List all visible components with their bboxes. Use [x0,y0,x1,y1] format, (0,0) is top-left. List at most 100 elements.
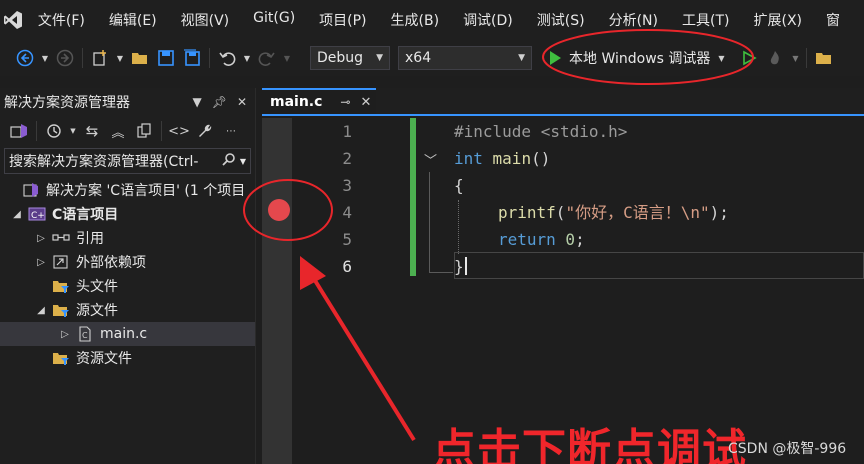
solution-tree: 解决方案 'C语言项目' (1 个项目 ◢ C+ C语言项目 ▷ 引用 ▷ 外部… [0,178,255,370]
chevron-down-icon: ▼ [518,53,525,63]
menu-debug[interactable]: 调试(D) [463,10,513,30]
sync-icon[interactable]: ⇆ [81,120,103,142]
expanded-arrow-icon[interactable]: ◢ [10,209,24,220]
menu-file[interactable]: 文件(F) [38,10,85,30]
menu-edit[interactable]: 编辑(E) [109,10,157,30]
open-folder-icon[interactable] [129,47,151,69]
save-icon[interactable] [155,47,177,69]
menu-git[interactable]: Git(G) [253,10,295,30]
code-token: 0 [555,230,576,249]
menu-extensions[interactable]: 扩展(X) [753,10,802,30]
collapsed-arrow-icon[interactable]: ▷ [58,329,72,340]
fold-chevron-icon[interactable]: ﹀ [424,150,437,169]
code-line: return 0; [454,226,729,253]
menu-view[interactable]: 视图(V) [181,10,230,30]
collapsed-arrow-icon[interactable]: ▷ [34,233,48,244]
pin-icon[interactable]: 📌︎ [212,95,227,109]
tree-item-label: main.c [100,326,148,342]
undo-icon[interactable] [216,47,238,69]
line-number: 5 [342,230,352,249]
play-icon [550,51,561,65]
code-token: { [454,176,464,195]
code-token: "你好，C语言！\n" [565,203,710,222]
collapse-all-icon[interactable]: ︽ [107,120,129,142]
code-token: () [531,149,551,168]
menu-analyze[interactable]: 分析(N) [609,10,658,30]
close-icon[interactable]: ✕ [237,95,247,109]
code-token: return [498,230,556,249]
menu-window[interactable]: 窗 [826,10,840,30]
breakpoint-icon[interactable] [268,199,290,221]
dropdown-arrow-icon[interactable]: ▼ [282,47,292,69]
menu-bar: 文件(F) 编辑(E) 视图(V) Git(G) 项目(P) 生成(B) 调试(… [0,0,864,40]
menu-tools[interactable]: 工具(T) [682,10,729,30]
save-all-icon[interactable] [181,47,203,69]
hot-reload-icon[interactable] [764,47,786,69]
tree-item-label: 解决方案 'C语言项目' (1 个项目 [46,183,246,199]
folder-icon[interactable] [813,47,835,69]
chevron-down-icon[interactable]: ▼ [240,157,246,166]
menu-test[interactable]: 测试(S) [537,10,585,30]
change-indicator-bar [410,118,416,276]
more-options-icon[interactable]: ⋯ [220,120,242,142]
dropdown-arrow-icon[interactable]: ▼ [716,47,726,69]
dropdown-arrow-icon[interactable]: ▼ [40,47,50,69]
close-icon[interactable]: ✕ [360,95,371,110]
chevron-down-icon: ▼ [376,53,383,63]
dropdown-arrow-icon[interactable]: ▼ [69,120,77,142]
line-numbers: 1 2 3 4 5 6 [302,118,352,280]
tab-main-c[interactable]: main.c ⊸ ✕ [262,88,376,114]
show-all-files-icon[interactable] [133,120,155,142]
menu-project[interactable]: 项目(P) [319,10,366,30]
history-icon[interactable] [43,120,65,142]
visual-studio-logo-icon[interactable] [0,0,26,40]
tree-item-label: 源文件 [76,303,118,319]
breakpoint-margin[interactable] [262,118,292,464]
tab-label: main.c [270,94,323,110]
tree-item-references[interactable]: ▷ 引用 [0,226,255,250]
chevron-down-icon[interactable]: ▼ [192,95,201,109]
tree-item-project[interactable]: ◢ C+ C语言项目 [0,202,255,226]
solution-search-input[interactable]: 搜索解决方案资源管理器(Ctrl- ▼ [4,148,251,174]
code-token: printf [498,203,556,222]
expanded-arrow-icon[interactable]: ◢ [34,305,48,316]
tree-item-external-dependencies[interactable]: ▷ 外部依赖项 [0,250,255,274]
tree-item-main-c[interactable]: ▷ C main.c [0,322,255,346]
references-icon [52,230,70,246]
c-file-icon: C [76,326,94,342]
start-debugging-button[interactable]: 本地 Windows 调试器 [546,45,714,71]
dropdown-arrow-icon[interactable]: ▼ [790,47,800,69]
back-icon[interactable] [14,47,36,69]
switch-views-icon[interactable] [8,120,30,142]
search-icon[interactable] [222,152,236,170]
platform-select[interactable]: x64 ▼ [398,46,532,70]
svg-text:C+: C+ [31,211,45,221]
configuration-select[interactable]: Debug ▼ [310,46,390,70]
code-token: ; [575,230,585,249]
collapsed-arrow-icon[interactable]: ▷ [34,257,48,268]
code-line: int main() [454,145,729,172]
tree-item-source-files[interactable]: ◢ 源文件 [0,298,255,322]
code-editor[interactable]: 1 2 3 4 5 6 ﹀ #include <stdio.h> int mai… [262,118,864,464]
properties-wrench-icon[interactable] [194,120,216,142]
fold-guide [429,272,453,273]
redo-icon[interactable] [256,47,278,69]
tree-item-header-files[interactable]: 头文件 [0,274,255,298]
pin-icon[interactable]: ⊸ [340,95,350,109]
tree-item-resource-files[interactable]: 资源文件 [0,346,255,370]
dropdown-arrow-icon[interactable]: ▼ [242,47,252,69]
code-line: } [454,253,729,280]
code-token: #include <stdio.h> [454,122,628,141]
line-number: 2 [342,149,352,168]
code-line: #include <stdio.h> [454,118,729,145]
code-view-icon[interactable]: <> [168,120,190,142]
tree-item-label: C语言项目 [52,207,119,223]
code-line: printf("你好，C语言！\n"); [454,199,729,226]
forward-icon[interactable] [54,47,76,69]
new-project-icon[interactable] [89,47,111,69]
dropdown-arrow-icon[interactable]: ▼ [115,47,125,69]
start-without-debugging-icon[interactable] [738,47,760,69]
tree-item-solution[interactable]: 解决方案 'C语言项目' (1 个项目 [0,178,255,202]
menu-build[interactable]: 生成(B) [391,10,440,30]
line-number: 4 [342,203,352,222]
